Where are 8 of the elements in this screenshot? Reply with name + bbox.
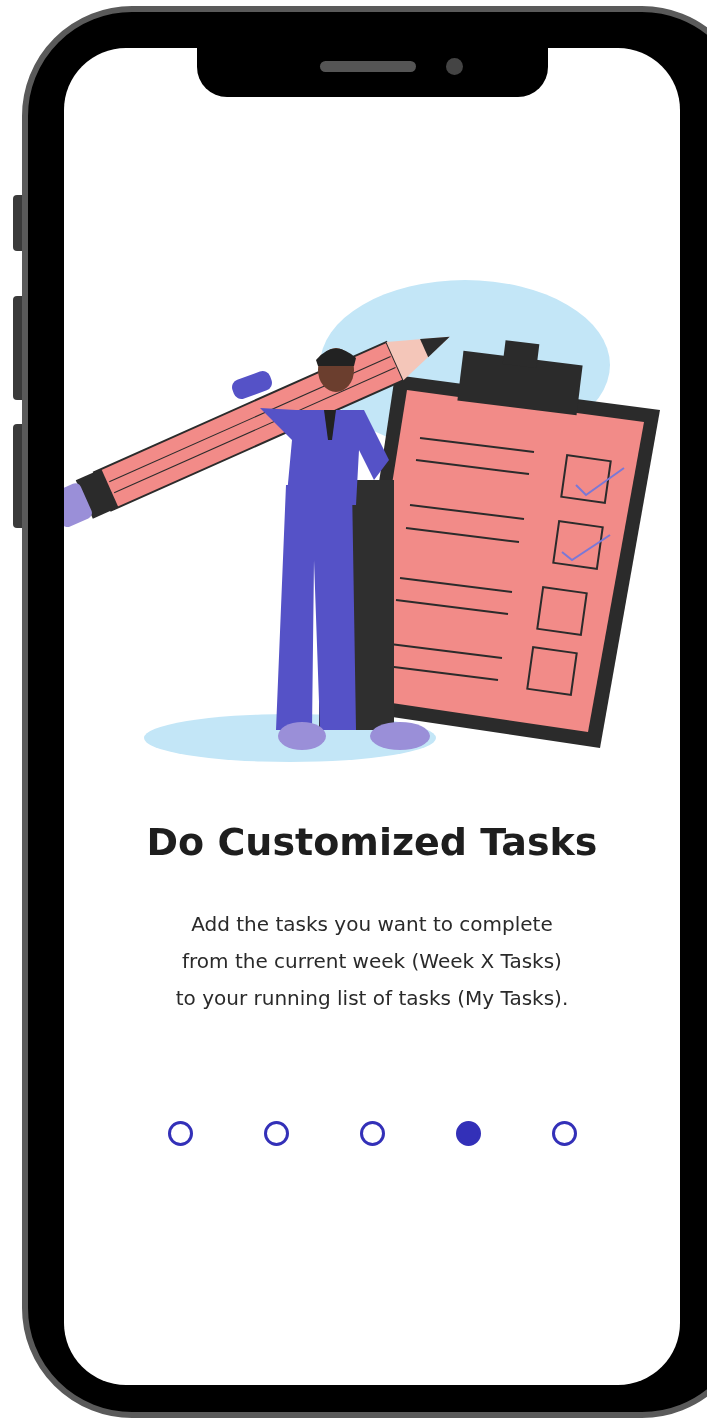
page-indicator-dot[interactable] [359,1121,385,1146]
onboarding-description: Add the tasks you want to complete from the current week (Week X Tasks) to your running list of tasks (My Tasks). [175,911,569,1012]
camera-dot [446,58,463,75]
page-indicator-dot[interactable] [167,1121,193,1146]
page-indicator-dot[interactable] [551,1121,577,1146]
page-indicator-dot[interactable] [455,1121,481,1146]
onboarding-title: Do Customized Tasks [146,820,598,864]
page-indicator-dot[interactable] [263,1121,289,1146]
